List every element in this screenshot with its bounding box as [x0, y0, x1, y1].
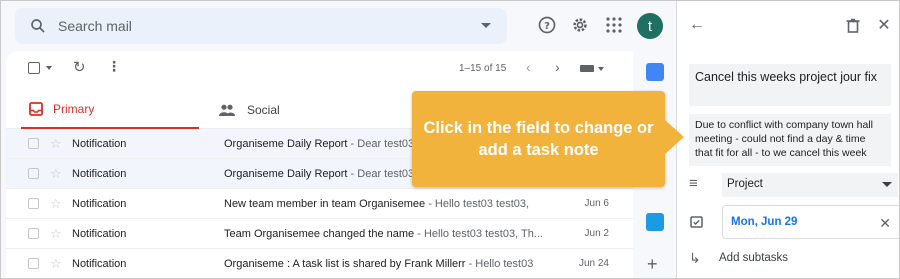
close-icon[interactable]: ✕: [874, 15, 894, 35]
addon-check-icon[interactable]: [646, 213, 664, 231]
email-subject-line: New team member in team Organisemee - He…: [224, 198, 584, 210]
callout-pointer: [665, 120, 684, 154]
row-checkbox[interactable]: [28, 138, 39, 149]
email-subject-line: Organiseme : A task list is shared by Fr…: [224, 258, 584, 270]
people-icon: [219, 104, 235, 116]
email-subject-line: Team Organisemee changed the name - Hell…: [224, 228, 584, 240]
select-dropdown-icon[interactable]: [46, 66, 52, 70]
star-icon[interactable]: ☆: [50, 256, 62, 272]
email-sender: Notification: [72, 138, 127, 150]
inbox-icon: [29, 102, 43, 116]
email-date: Jun 2: [584, 228, 609, 239]
prev-page-icon[interactable]: ‹: [526, 59, 531, 75]
email-subject: Organiseme Daily Report: [224, 168, 348, 180]
help-icon[interactable]: ?: [536, 14, 558, 36]
add-subtasks-label: Add subtasks: [719, 252, 789, 264]
account-avatar[interactable]: t: [637, 13, 663, 39]
pagination-text: 1–15 of 15: [459, 63, 507, 74]
search-bar[interactable]: Search mail: [15, 8, 507, 44]
email-subject: Organiseme : A task list is shared by Fr…: [224, 258, 466, 270]
task-detail-panel: ← ✕ Cancel this weeks project jour fix D…: [676, 1, 899, 278]
star-icon[interactable]: ☆: [50, 196, 62, 212]
subtask-arrow-icon: ↳: [689, 250, 701, 266]
email-date: Jun 24: [578, 258, 609, 269]
email-date: Jun 6: [584, 198, 609, 209]
task-list-row: ≡ Project: [687, 171, 898, 199]
clear-date-icon[interactable]: ✕: [879, 215, 891, 232]
calendar-check-icon: [690, 216, 703, 228]
task-list-select[interactable]: Project: [722, 173, 898, 197]
email-subject: Team Organisemee changed the name: [224, 228, 415, 240]
app-window: Search mail ? t ↻ ⋮ 1–15 of 15 ‹ › Prima…: [0, 0, 900, 279]
delete-icon[interactable]: [843, 15, 863, 35]
add-addon-icon[interactable]: +: [647, 254, 658, 275]
apps-grid-icon[interactable]: [603, 14, 625, 36]
task-date-value: Mon, Jun 29: [731, 216, 798, 228]
email-snippet: - Hello test03 test03, Th...: [414, 228, 543, 240]
email-row[interactable]: ☆ Notification Team Organisemee changed …: [6, 219, 633, 249]
email-snippet: - Dear test03: [347, 138, 415, 150]
add-subtasks-row[interactable]: ↳ Add subtasks: [687, 248, 892, 270]
email-subject: New team member in team Organisemee: [224, 198, 426, 210]
email-sender: Notification: [72, 258, 127, 270]
mail-toolbar: ↻ ⋮ 1–15 of 15 ‹ ›: [6, 51, 633, 85]
email-sender: Notification: [72, 198, 127, 210]
select-all-checkbox[interactable]: [28, 62, 40, 74]
row-checkbox[interactable]: [28, 228, 39, 239]
task-title-field[interactable]: Cancel this weeks project jour fix: [689, 64, 891, 106]
row-checkbox[interactable]: [28, 258, 39, 269]
row-checkbox[interactable]: [28, 198, 39, 209]
row-checkbox[interactable]: [28, 168, 39, 179]
tab-social-label: Social: [247, 103, 280, 117]
star-icon[interactable]: ☆: [50, 166, 62, 182]
refresh-icon[interactable]: ↻: [73, 58, 86, 76]
email-snippet: - Hello test03 test03,: [425, 198, 530, 210]
email-sender: Notification: [72, 228, 127, 240]
star-icon[interactable]: ☆: [50, 136, 62, 152]
search-input[interactable]: Search mail: [58, 18, 132, 34]
svg-text:?: ?: [544, 21, 550, 32]
chevron-down-icon: [882, 182, 892, 187]
email-subject: Organiseme Daily Report: [224, 138, 348, 150]
tutorial-callout: Click in the field to change or add a ta…: [412, 91, 665, 187]
calendar-icon[interactable]: [646, 63, 664, 81]
email-row[interactable]: ☆ Notification New team member in team O…: [6, 189, 633, 219]
keyboard-icon[interactable]: [580, 65, 594, 72]
list-icon: ≡: [689, 175, 698, 192]
search-icon[interactable]: [29, 17, 47, 35]
tab-primary[interactable]: Primary: [21, 91, 199, 129]
task-note-field[interactable]: Due to conflict with company town hall m…: [689, 114, 891, 166]
back-arrow-icon[interactable]: ←: [687, 15, 707, 35]
more-options-icon[interactable]: ⋮: [107, 58, 121, 75]
task-due-date[interactable]: Mon, Jun 29 ✕: [722, 205, 899, 239]
email-sender: Notification: [72, 168, 127, 180]
star-icon[interactable]: ☆: [50, 226, 62, 242]
task-list-value: Project: [727, 178, 763, 190]
task-date-row: Mon, Jun 29 ✕: [687, 205, 899, 239]
input-tools-dropdown-icon[interactable]: [598, 67, 604, 71]
search-options-icon[interactable]: [481, 23, 491, 28]
email-row[interactable]: ☆ Notification Organiseme : A task list …: [6, 249, 633, 278]
tab-social[interactable]: Social: [211, 91, 411, 129]
tab-primary-label: Primary: [53, 102, 95, 116]
email-snippet: - Dear test03: [347, 168, 415, 180]
next-page-icon[interactable]: ›: [555, 59, 560, 75]
settings-gear-icon[interactable]: [569, 14, 591, 36]
email-snippet: - Hello test03: [465, 258, 534, 270]
